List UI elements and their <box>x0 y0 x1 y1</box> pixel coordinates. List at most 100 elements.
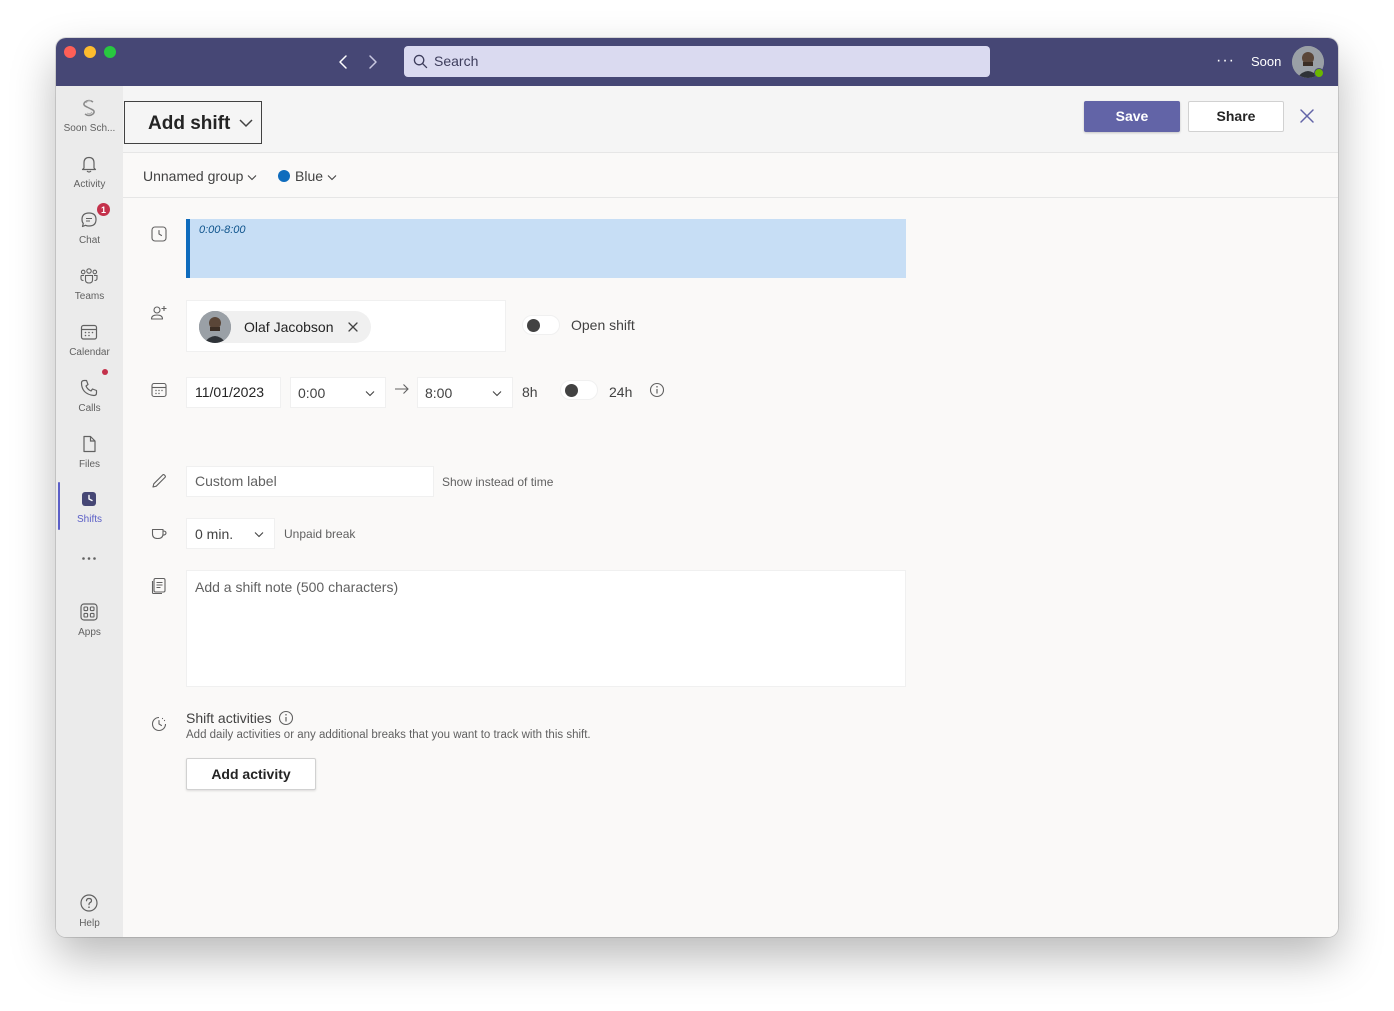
rail-label-files: Files <box>78 459 101 470</box>
chevron-down-icon <box>254 532 264 538</box>
editor-header: Add shift Save Share <box>123 86 1338 153</box>
phone-icon <box>80 379 98 397</box>
date-field[interactable]: 11/01/2023 <box>186 377 281 408</box>
more-options-button[interactable]: ··· <box>1216 52 1235 70</box>
close-icon[interactable] <box>1299 108 1315 124</box>
chevron-down-icon <box>327 175 337 181</box>
chevron-down-icon <box>247 175 257 181</box>
toggle-knob <box>565 384 578 397</box>
rail-label-help: Help <box>79 918 100 929</box>
close-window-button[interactable] <box>64 46 76 58</box>
rail-item-activity[interactable]: Activity <box>56 148 123 202</box>
user-name: Soon <box>1251 54 1282 69</box>
end-time-value: 8:00 <box>425 385 453 401</box>
rail-label-teams: Teams <box>74 291 105 302</box>
chevron-down-icon <box>239 119 253 128</box>
all-day-toggle[interactable] <box>560 380 598 400</box>
chevron-down-icon <box>365 391 375 397</box>
rail-item-calls[interactable]: Calls <box>56 372 123 426</box>
clock-icon <box>151 226 167 242</box>
custom-label-hint: Show instead of time <box>442 475 554 489</box>
back-arrow-icon[interactable] <box>334 52 354 72</box>
app-window: Search ··· Soon Soon Sch... Activity Cha… <box>56 38 1338 937</box>
shift-type-dropdown[interactable]: Add shift <box>124 101 262 144</box>
more-icon <box>82 557 96 560</box>
help-icon <box>80 894 98 912</box>
rail-item-help[interactable]: Help <box>56 887 123 937</box>
break-dropdown[interactable]: 0 min. <box>186 518 275 549</box>
save-button[interactable]: Save <box>1084 101 1180 132</box>
rail-label-apps: Apps <box>78 627 101 638</box>
file-icon <box>83 435 96 453</box>
search-placeholder: Search <box>434 53 479 69</box>
date-value: 11/01/2023 <box>195 384 265 400</box>
pencil-icon <box>152 474 166 488</box>
add-activity-button[interactable]: Add activity <box>186 758 316 790</box>
shift-note-placeholder: Add a shift note (500 characters) <box>195 579 399 595</box>
teams-icon <box>80 268 98 284</box>
shift-note-textarea[interactable]: Add a shift note (500 characters) <box>186 570 906 687</box>
custom-label-placeholder: Custom label <box>195 473 277 489</box>
rail-label-shifts: Shifts <box>76 514 102 525</box>
rail-label-calendar: Calendar <box>69 347 110 358</box>
add-person-icon <box>150 306 167 320</box>
page-title: Add shift <box>148 113 231 134</box>
info-icon[interactable] <box>649 382 665 398</box>
shift-activities-description: Add daily activities or any additional b… <box>186 729 591 741</box>
share-button[interactable]: Share <box>1188 101 1284 132</box>
shift-editor: Add shift Save Share Unnamed group Blue … <box>123 86 1338 937</box>
group-value: Unnamed group <box>143 168 244 184</box>
all-day-label: 24h <box>609 384 633 400</box>
color-value: Blue <box>295 168 324 184</box>
group-dropdown[interactable]: Unnamed group <box>143 168 257 184</box>
apps-icon <box>80 603 98 621</box>
coffee-cup-icon <box>151 528 167 540</box>
rail-label-org: Soon Sch... <box>63 123 116 134</box>
rail-label-activity: Activity <box>73 179 106 190</box>
shift-preview: 0:00-8:00 <box>186 219 906 278</box>
rail-label-chat: Chat <box>78 235 101 246</box>
presence-available-icon <box>1314 68 1324 78</box>
shifts-icon <box>82 492 96 506</box>
shift-options-bar: Unnamed group Blue <box>123 153 1338 198</box>
custom-label-input[interactable]: Custom label <box>186 466 434 497</box>
zoom-window-button[interactable] <box>104 46 116 58</box>
rail-item-chat[interactable]: Chat <box>56 204 123 258</box>
end-time-dropdown[interactable]: 8:00 <box>417 377 513 408</box>
info-icon[interactable] <box>278 710 294 726</box>
forward-arrow-icon[interactable] <box>362 52 382 72</box>
rail-item-files[interactable]: Files <box>56 428 123 482</box>
break-label: Unpaid break <box>284 527 356 541</box>
rail-item-shifts[interactable]: Shifts <box>56 483 123 537</box>
activity-clock-icon <box>151 716 167 732</box>
search-icon <box>413 54 428 69</box>
calendar-icon <box>80 324 98 340</box>
rail-item-calendar[interactable]: Calendar <box>56 316 123 370</box>
remove-member-icon[interactable] <box>347 321 359 333</box>
rail-item-teams[interactable]: Teams <box>56 260 123 314</box>
bell-icon <box>81 156 97 173</box>
search-input[interactable]: Search <box>404 46 990 77</box>
app-rail: Soon Sch... Activity Chat Teams Calendar… <box>56 86 123 937</box>
member-picker[interactable]: Olaf Jacobson <box>186 300 506 352</box>
shift-duration: 8h <box>522 384 538 400</box>
arrow-right-icon <box>395 384 409 394</box>
minimize-window-button[interactable] <box>84 46 96 58</box>
note-icon <box>151 577 166 594</box>
calls-notification-dot <box>102 369 108 375</box>
chat-unread-badge: 1 <box>96 202 111 217</box>
open-shift-toggle[interactable] <box>522 315 560 335</box>
rail-item-more[interactable] <box>56 548 123 602</box>
color-swatch <box>278 170 290 182</box>
start-time-value: 0:00 <box>298 385 326 401</box>
color-dropdown[interactable]: Blue <box>295 168 337 184</box>
shift-preview-time: 0:00-8:00 <box>199 224 246 236</box>
member-avatar <box>199 311 231 343</box>
rail-item-apps[interactable]: Apps <box>56 596 123 650</box>
chevron-down-icon <box>492 391 502 397</box>
rail-item-org[interactable]: Soon Sch... <box>56 92 123 146</box>
title-bar: Search ··· Soon <box>56 38 1338 86</box>
open-shift-label: Open shift <box>571 317 635 333</box>
member-chip[interactable]: Olaf Jacobson <box>199 311 371 343</box>
start-time-dropdown[interactable]: 0:00 <box>290 377 386 408</box>
